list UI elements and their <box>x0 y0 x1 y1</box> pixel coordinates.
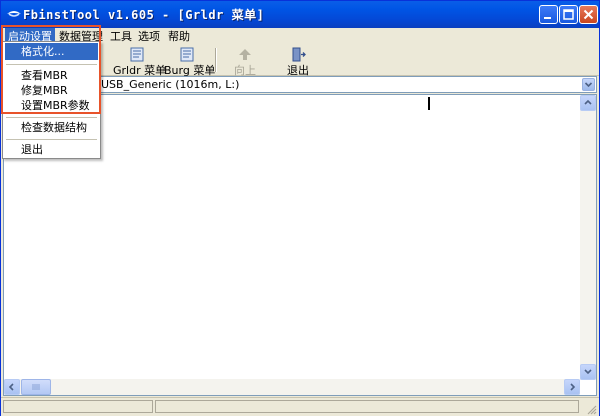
maximize-icon <box>563 9 574 20</box>
dd-item-exit[interactable]: 退出 <box>5 141 98 158</box>
dd-separator <box>6 139 97 140</box>
scroll-right-button[interactable] <box>564 379 580 395</box>
scroll-up-button[interactable] <box>580 95 596 111</box>
app-window: FbinstTool v1.605 - [Grldr 菜单] 启动设置 数据管理… <box>0 0 600 416</box>
menu-help[interactable]: 帮助 <box>165 28 193 45</box>
title-bar[interactable]: FbinstTool v1.605 - [Grldr 菜单] <box>1 1 599 28</box>
minimize-button[interactable] <box>539 5 558 24</box>
window-title: FbinstTool v1.605 - [Grldr 菜单] <box>23 8 265 22</box>
close-button[interactable] <box>579 5 598 24</box>
grldr-menu-button[interactable]: Grldr 菜单 <box>113 46 166 77</box>
status-bar <box>1 397 599 416</box>
resize-grip-icon[interactable] <box>585 403 597 415</box>
status-panel-left <box>3 400 153 413</box>
chevron-right-icon <box>570 383 576 391</box>
chevron-up-icon <box>584 99 592 105</box>
horizontal-scrollbar[interactable] <box>4 379 580 395</box>
dd-item-format[interactable]: 格式化... <box>5 43 98 60</box>
app-icon <box>7 11 21 17</box>
toolbar-separator <box>215 48 217 72</box>
vertical-scrollbar[interactable] <box>580 95 596 380</box>
burg-menu-button[interactable]: Burg 菜单 <box>164 46 215 77</box>
horizontal-scroll-thumb[interactable] <box>21 379 51 395</box>
document-icon <box>130 47 144 62</box>
dd-item-check-structure[interactable]: 检查数据结构 <box>5 119 98 136</box>
scroll-down-button[interactable] <box>580 364 596 380</box>
device-selected-value: USB_Generic (1016m, L:) <box>101 78 240 91</box>
dd-separator <box>6 64 97 65</box>
chevron-down-icon <box>584 369 592 375</box>
exit-door-icon <box>292 47 306 62</box>
menu-tools[interactable]: 工具 <box>107 28 135 45</box>
maximize-button[interactable] <box>559 5 578 24</box>
up-button[interactable]: 向上 <box>231 46 259 77</box>
up-arrow-icon <box>239 49 251 60</box>
grip-icon <box>32 384 40 390</box>
text-caret <box>428 97 430 110</box>
status-panel-main <box>155 400 579 413</box>
device-dropdown-button[interactable] <box>582 78 595 91</box>
document-icon <box>180 47 194 62</box>
boot-settings-dropdown: 格式化... 查看MBR 修复MBR 设置MBR参数 检查数据结构 退出 <box>2 41 101 159</box>
close-icon <box>583 9 594 20</box>
dd-item-mbr-params[interactable]: 设置MBR参数 <box>5 97 98 114</box>
exit-button[interactable]: 退出 <box>284 46 312 77</box>
menu-options[interactable]: 选项 <box>135 28 163 45</box>
dd-separator <box>6 117 97 118</box>
chevron-left-icon <box>8 383 14 391</box>
scroll-left-button[interactable] <box>4 379 20 395</box>
chevron-down-icon <box>584 82 593 88</box>
minimize-icon <box>544 17 551 19</box>
